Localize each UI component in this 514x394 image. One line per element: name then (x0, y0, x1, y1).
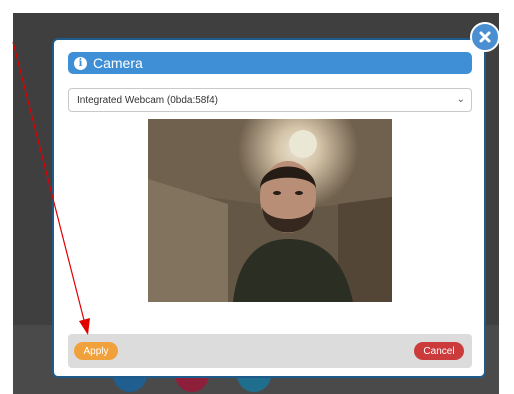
apply-button[interactable]: Apply (74, 342, 118, 360)
dialog-footer: Apply Cancel (68, 334, 472, 368)
camera-dialog: i Camera Integrated Webcam (0bda:58f4) ⌄ (52, 38, 486, 378)
close-icon (479, 31, 491, 43)
dialog-title: Camera (93, 55, 143, 71)
info-icon: i (74, 56, 87, 70)
chevron-down-icon: ⌄ (456, 94, 465, 105)
camera-preview (148, 119, 392, 302)
cancel-button[interactable]: Cancel (414, 342, 464, 360)
camera-select[interactable]: Integrated Webcam (0bda:58f4) ⌄ (68, 88, 472, 112)
close-button[interactable] (470, 22, 500, 52)
dialog-header: i Camera (68, 52, 472, 74)
camera-preview-image (148, 119, 392, 302)
camera-select-value: Integrated Webcam (0bda:58f4) (77, 94, 219, 106)
